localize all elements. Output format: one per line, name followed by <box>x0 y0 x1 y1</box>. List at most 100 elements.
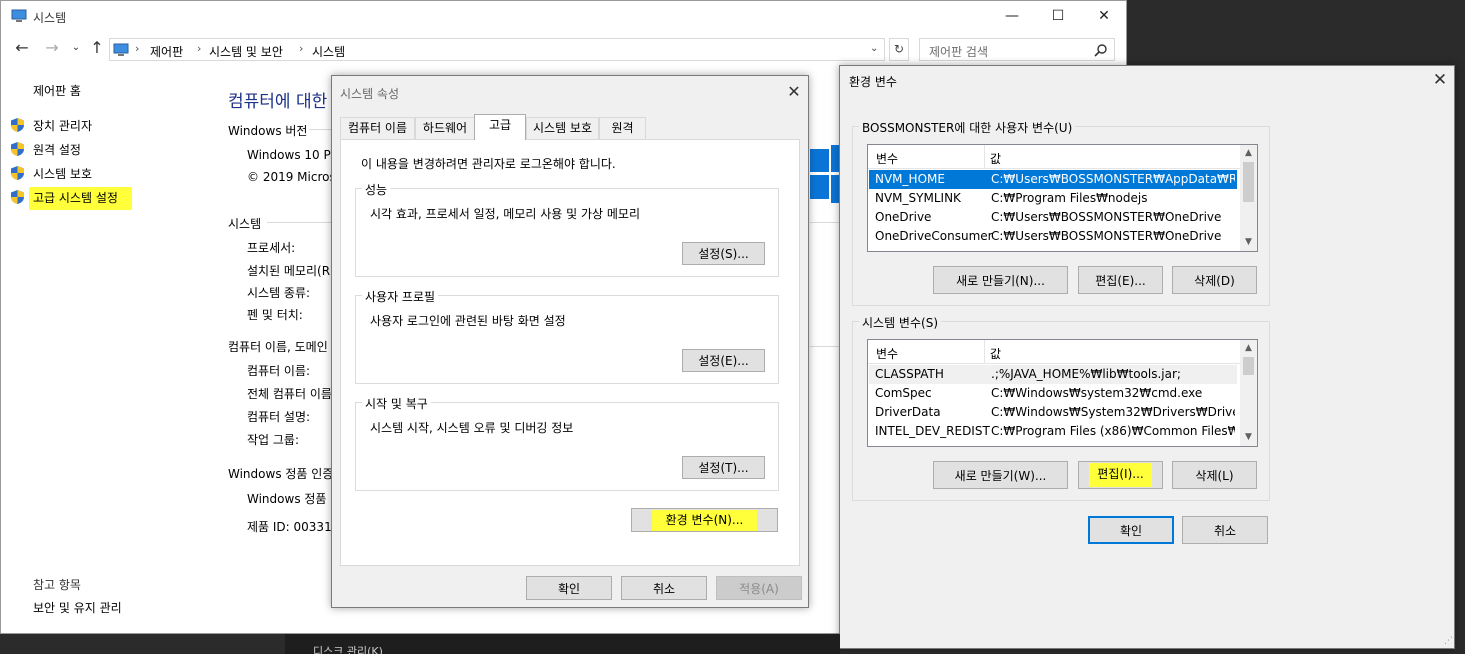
table-row[interactable]: DriverData C:₩Windows₩System32₩Drivers₩D… <box>869 403 1237 422</box>
recent-dropdown-icon[interactable]: ⌄ <box>65 39 87 59</box>
cancel-button[interactable]: 취소 <box>1182 516 1268 544</box>
system-new-button[interactable]: 새로 만들기(W)... <box>933 461 1068 489</box>
variable-value: C:₩Program Files (x86)₩Common Files₩In..… <box>991 424 1235 438</box>
sidebar-item-device-manager[interactable]: 장치 관리자 <box>33 117 92 134</box>
control-panel-icon <box>113 43 129 56</box>
user-new-button[interactable]: 새로 만들기(N)... <box>933 266 1068 294</box>
group-label: 성능 <box>362 181 391 198</box>
see-also-heading: 참고 항목 <box>33 578 81 592</box>
user-edit-button[interactable]: 편집(E)... <box>1078 266 1163 294</box>
variable-name: NVM_SYMLINK <box>875 191 961 205</box>
breadcrumb-separator: › <box>299 42 304 55</box>
scroll-down-icon[interactable]: ▼ <box>1240 234 1257 251</box>
breadcrumb-system-security[interactable]: 시스템 및 보안 <box>209 43 283 60</box>
cancel-button[interactable]: 취소 <box>621 576 707 600</box>
address-bar[interactable]: › 제어판 › 시스템 및 보안 › 시스템 ⌄ <box>109 38 885 61</box>
tab-computer-name[interactable]: 컴퓨터 이름 <box>340 117 415 139</box>
user-delete-button[interactable]: 삭제(D) <box>1172 266 1257 294</box>
variable-value: C:₩Users₩BOSSMONSTER₩OneDrive <box>991 229 1222 243</box>
user-profile-settings-button[interactable]: 설정(E)... <box>682 349 765 372</box>
close-button[interactable]: ✕ <box>1081 5 1127 29</box>
full-computer-name-label: 전체 컴퓨터 이름 <box>247 387 332 401</box>
column-header-variable[interactable]: 변수 <box>876 150 898 167</box>
scroll-up-icon[interactable]: ▲ <box>1240 145 1257 162</box>
list-header: 변수 값 <box>868 340 1257 364</box>
table-row[interactable]: OneDriveConsumer C:₩Users₩BOSSMONSTER₩On… <box>869 227 1237 246</box>
search-input[interactable]: 제어판 검색 <box>919 38 1115 61</box>
sidebar-home-link[interactable]: 제어판 홈 <box>33 82 81 99</box>
breadcrumb-control-panel[interactable]: 제어판 <box>150 43 183 60</box>
sidebar-item-remote-settings[interactable]: 원격 설정 <box>33 141 81 158</box>
variable-name: OneDriveConsumer <box>875 229 993 243</box>
apply-button[interactable]: 적용(A) <box>716 576 802 600</box>
ok-button[interactable]: 확인 <box>1088 516 1174 544</box>
variable-value: C:₩Program Files₩nodejs <box>991 191 1148 205</box>
tab-hardware[interactable]: 하드웨어 <box>415 117 475 139</box>
close-icon[interactable]: ✕ <box>1430 70 1450 90</box>
divider <box>810 346 840 347</box>
address-dropdown-icon[interactable]: ⌄ <box>870 43 878 54</box>
uac-shield-icon <box>11 190 24 204</box>
activation-status: Windows 정품 9 <box>247 492 338 506</box>
table-row[interactable]: CLASSPATH .;%JAVA_HOME%₩lib₩tools.jar; <box>869 365 1237 384</box>
column-divider <box>984 340 985 364</box>
computer-name-label: 컴퓨터 이름: <box>247 364 311 378</box>
sidebar-item-system-protection[interactable]: 시스템 보호 <box>33 165 92 182</box>
table-row[interactable]: NVM_HOME C:₩Users₩BOSSMONSTER₩AppData₩Ro… <box>869 170 1237 189</box>
refresh-icon[interactable]: ↻ <box>889 38 909 61</box>
column-header-value[interactable]: 값 <box>990 150 1001 167</box>
activation-heading: Windows 정품 인증 <box>228 467 334 481</box>
startup-recovery-settings-button[interactable]: 설정(T)... <box>682 456 765 479</box>
forward-arrow-icon[interactable]: → <box>41 39 63 59</box>
environment-variables-button[interactable]: 환경 변수(N)... <box>631 508 778 532</box>
vertical-scrollbar[interactable]: ▲ ▼ <box>1240 340 1257 446</box>
system-edit-button[interactable]: 편집(I)... <box>1078 461 1163 489</box>
search-icon <box>1094 44 1107 57</box>
tab-system-protection[interactable]: 시스템 보호 <box>526 117 599 139</box>
column-header-value[interactable]: 값 <box>990 345 1001 362</box>
variable-name: NVM_HOME <box>875 172 945 186</box>
table-row[interactable]: ComSpec C:₩Windows₩system32₩cmd.exe <box>869 384 1237 403</box>
breadcrumb-separator: › <box>135 42 140 55</box>
up-arrow-icon[interactable]: ↑ <box>86 39 108 59</box>
performance-settings-button[interactable]: 설정(S)... <box>682 242 765 265</box>
group-description: 사용자 로그인에 관련된 바탕 화면 설정 <box>370 314 566 328</box>
scroll-down-icon[interactable]: ▼ <box>1240 429 1257 446</box>
breadcrumb-system[interactable]: 시스템 <box>312 43 345 60</box>
variable-name: ComSpec <box>875 386 932 400</box>
group-description: 시각 효과, 프로세서 일정, 메모리 사용 및 가상 메모리 <box>370 207 640 221</box>
uac-shield-icon <box>11 118 24 132</box>
resize-grip-icon[interactable]: ⋰ <box>1444 636 1453 646</box>
table-row[interactable]: NVM_SYMLINK C:₩Program Files₩nodejs <box>869 189 1237 208</box>
user-variables-list[interactable]: 변수 값 NVM_HOME C:₩Users₩BOSSMONSTER₩AppDa… <box>867 144 1258 252</box>
maximize-button[interactable]: ☐ <box>1035 5 1081 29</box>
close-icon[interactable]: ✕ <box>784 82 804 101</box>
back-arrow-icon[interactable]: ← <box>11 39 33 59</box>
tab-advanced[interactable]: 고급 <box>474 114 526 140</box>
disk-management-text: 디스크 관리(K) <box>313 645 383 654</box>
computer-icon <box>11 9 27 22</box>
system-variables-list[interactable]: 변수 값 CLASSPATH .;%JAVA_HOME%₩lib₩tools.j… <box>867 339 1258 447</box>
scroll-up-icon[interactable]: ▲ <box>1240 340 1257 357</box>
sidebar-item-advanced-settings[interactable]: 고급 시스템 설정 <box>29 187 132 210</box>
product-id: 제품 ID: 00331- <box>247 520 337 534</box>
variable-value: C:₩Users₩BOSSMONSTER₩AppData₩Roa... <box>991 172 1235 186</box>
table-row[interactable]: INTEL_DEV_REDIST C:₩Program Files (x86)₩… <box>869 422 1237 441</box>
minimize-button[interactable]: — <box>989 5 1035 29</box>
scroll-thumb[interactable] <box>1243 357 1254 375</box>
pen-touch-label: 펜 및 터치: <box>247 308 303 322</box>
list-header: 변수 값 <box>868 145 1257 169</box>
tab-remote[interactable]: 원격 <box>599 117 646 139</box>
ok-button[interactable]: 확인 <box>526 576 612 600</box>
vertical-scrollbar[interactable]: ▲ ▼ <box>1240 145 1257 251</box>
variable-value: C:₩Windows₩system32₩cmd.exe <box>991 386 1203 400</box>
system-delete-button[interactable]: 삭제(L) <box>1172 461 1257 489</box>
uac-shield-icon <box>11 166 24 180</box>
group-label: 시작 및 복구 <box>362 395 431 412</box>
column-header-variable[interactable]: 변수 <box>876 345 898 362</box>
scroll-thumb[interactable] <box>1243 162 1254 202</box>
table-row[interactable]: OneDrive C:₩Users₩BOSSMONSTER₩OneDrive <box>869 208 1237 227</box>
advanced-tab-panel: 이 내용을 변경하려면 관리자로 로그온해야 합니다. 성능 시각 효과, 프로… <box>340 139 800 566</box>
security-maintenance-link[interactable]: 보안 및 유지 관리 <box>33 599 122 616</box>
system-properties-dialog: 시스템 속성 ✕ 컴퓨터 이름 하드웨어 고급 시스템 보호 원격 이 내용을 … <box>331 75 809 608</box>
